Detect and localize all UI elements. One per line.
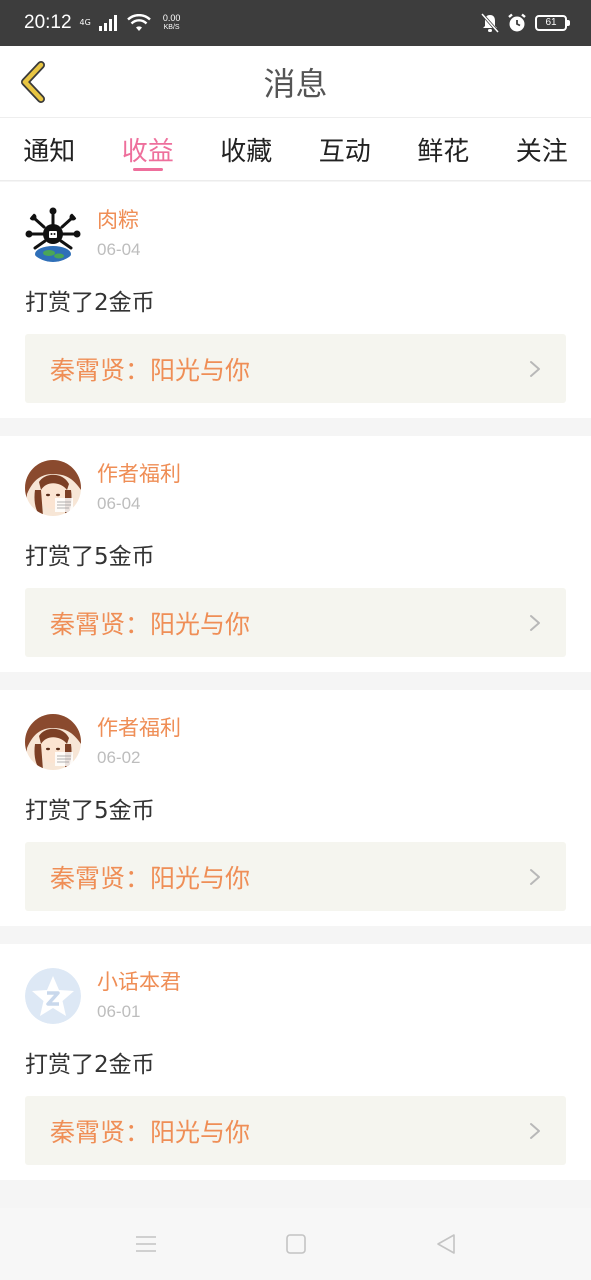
anime-girl-avatar[interactable]	[25, 714, 81, 770]
page-title: 消息	[263, 64, 328, 103]
sender-name[interactable]: 小话本君	[97, 968, 181, 996]
message-text: 打赏了2金币	[25, 290, 155, 316]
menu-button[interactable]	[126, 1224, 166, 1264]
alarm-icon	[508, 13, 526, 32]
message-card: 作者福利 06-04 打赏了5金币 秦霄贤：阳光与你	[0, 436, 591, 672]
work-title: 秦霄贤：阳光与你	[50, 1117, 251, 1147]
square-icon	[285, 1234, 306, 1254]
chevron-left-icon	[21, 61, 45, 103]
message-card: 小话本君 06-01 打赏了2金币 秦霄贤：阳光与你	[0, 944, 591, 1180]
wifi-icon	[127, 14, 151, 31]
tab-follows[interactable]: 关注	[493, 118, 591, 180]
work-link[interactable]: 秦霄贤：阳光与你	[25, 1096, 566, 1165]
tab-favorites[interactable]: 收藏	[197, 118, 296, 180]
chevron-right-icon	[530, 1122, 540, 1139]
chevron-right-icon	[530, 614, 540, 631]
message-date: 06-01	[97, 1002, 141, 1021]
work-title: 秦霄贤：阳光与你	[50, 355, 251, 385]
triangle-back-icon	[436, 1234, 455, 1254]
message-date: 06-04	[97, 240, 141, 259]
bell-off-icon	[481, 13, 499, 33]
chevron-right-icon	[530, 360, 540, 377]
back-button[interactable]	[14, 60, 54, 104]
message-card: 肉粽 06-04 打赏了2金币 秦霄贤：阳光与你	[0, 182, 591, 418]
home-button[interactable]	[276, 1224, 316, 1264]
network-type: 4G	[79, 18, 91, 27]
anime-girl-avatar[interactable]	[25, 460, 81, 516]
tab-flowers[interactable]: 鲜花	[394, 118, 493, 180]
message-date: 06-04	[97, 494, 141, 513]
work-link[interactable]: 秦霄贤：阳光与你	[25, 842, 566, 911]
earth-creature-avatar[interactable]	[25, 206, 81, 262]
tab-interactions[interactable]: 互动	[296, 118, 395, 180]
work-link[interactable]: 秦霄贤：阳光与你	[25, 334, 566, 403]
sender-name[interactable]: 肉粽	[97, 206, 140, 234]
chevron-right-icon	[530, 868, 540, 885]
work-link[interactable]: 秦霄贤：阳光与你	[25, 588, 566, 657]
battery-icon: 61	[535, 15, 570, 31]
message-card: 作者福利 06-02 打赏了5金币 秦霄贤：阳光与你	[0, 690, 591, 926]
network-speed: 0.00 KB/S	[162, 13, 181, 32]
work-title: 秦霄贤：阳光与你	[50, 863, 251, 893]
tab-bar: 通知 收益 收藏 互动 鲜花 关注	[0, 118, 591, 181]
message-text: 打赏了2金币	[25, 1052, 155, 1078]
menu-icon	[135, 1236, 156, 1252]
message-list: 肉粽 06-04 打赏了2金币 秦霄贤：阳光与你 作者福利 06-04 打赏了5…	[0, 182, 591, 1198]
message-date: 06-02	[97, 748, 141, 767]
app-header: 消息	[0, 46, 591, 118]
sender-name[interactable]: 作者福利	[97, 714, 181, 742]
sender-name[interactable]: 作者福利	[97, 460, 181, 488]
clock: 20:12	[24, 12, 72, 33]
tab-earnings[interactable]: 收益	[99, 118, 198, 180]
tab-notifications[interactable]: 通知	[0, 118, 99, 180]
status-bar: 20:12 4G 0.00 KB/S 61	[0, 0, 591, 46]
system-nav-bar	[0, 1208, 591, 1280]
back-nav-button[interactable]	[426, 1224, 466, 1264]
signal-icon	[98, 15, 117, 31]
work-title: 秦霄贤：阳光与你	[50, 609, 251, 639]
message-text: 打赏了5金币	[25, 798, 155, 824]
message-text: 打赏了5金币	[25, 544, 155, 570]
default-star-avatar[interactable]	[25, 968, 81, 1024]
